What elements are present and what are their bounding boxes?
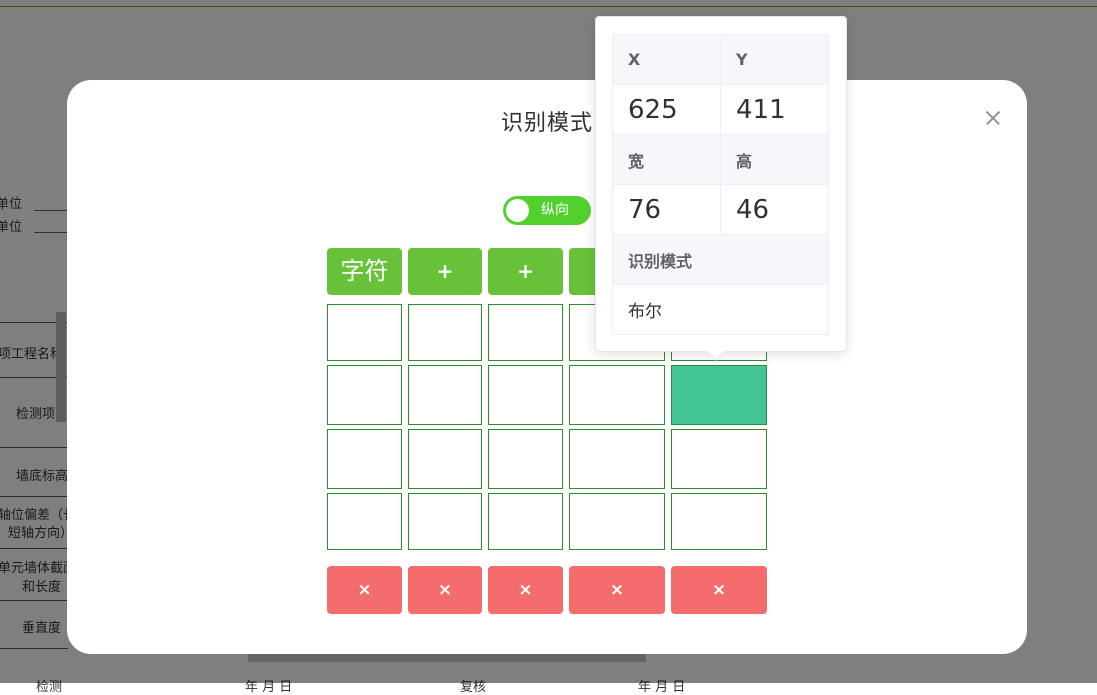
x-label: X — [612, 34, 721, 85]
width-label: 宽 — [612, 134, 721, 185]
x-value: 625 — [612, 84, 721, 135]
y-label: Y — [720, 34, 829, 85]
grid-cell[interactable] — [327, 429, 402, 489]
grid-cell[interactable] — [569, 493, 665, 550]
grid-cell[interactable] — [569, 429, 665, 489]
grid-cell[interactable] — [327, 493, 402, 550]
toggle-knob — [506, 199, 529, 222]
grid-cell[interactable] — [488, 365, 563, 425]
grid-cell[interactable] — [671, 429, 767, 489]
grid-cell[interactable] — [488, 304, 563, 361]
delete-column-button-1[interactable]: × — [327, 566, 402, 614]
toggle-label: 纵向 — [541, 202, 569, 218]
grid-cell[interactable] — [569, 365, 665, 425]
close-icon[interactable] — [983, 108, 1003, 128]
grid-cell[interactable] — [327, 304, 402, 361]
delete-column-button-4[interactable]: × — [569, 566, 665, 614]
height-label: 高 — [720, 134, 829, 185]
dialog-title: 识别模式 — [500, 111, 593, 136]
recognition-mode-dialog: 识别模式 纵向 字符++++××××× — [67, 80, 1027, 654]
grid-cell-selected[interactable] — [671, 365, 767, 425]
delete-column-button-2[interactable]: × — [408, 566, 482, 614]
grid-cell[interactable] — [488, 493, 563, 550]
cell-info-table: X Y 625 411 宽 高 76 46 识别模式 布尔 — [612, 34, 829, 335]
cell-info-popover: X Y 625 411 宽 高 76 46 识别模式 布尔 — [595, 16, 847, 361]
delete-column-button-5[interactable]: × — [671, 566, 767, 614]
grid-cell[interactable] — [327, 365, 402, 425]
grid-cell[interactable] — [408, 304, 482, 361]
mode-label: 识别模式 — [612, 234, 829, 285]
height-value: 46 — [720, 184, 829, 235]
column-header-3[interactable]: + — [488, 248, 563, 295]
grid-cell[interactable] — [408, 365, 482, 425]
grid-cell[interactable] — [408, 493, 482, 550]
width-value: 76 — [612, 184, 721, 235]
column-header-2[interactable]: + — [408, 248, 482, 295]
y-value: 411 — [720, 84, 829, 135]
delete-column-button-3[interactable]: × — [488, 566, 563, 614]
grid-cell[interactable] — [671, 493, 767, 550]
orientation-toggle[interactable]: 纵向 — [503, 196, 591, 225]
grid-cell[interactable] — [408, 429, 482, 489]
grid-cell[interactable] — [488, 429, 563, 489]
column-header-1[interactable]: 字符 — [327, 248, 402, 295]
mode-value: 布尔 — [612, 284, 829, 335]
